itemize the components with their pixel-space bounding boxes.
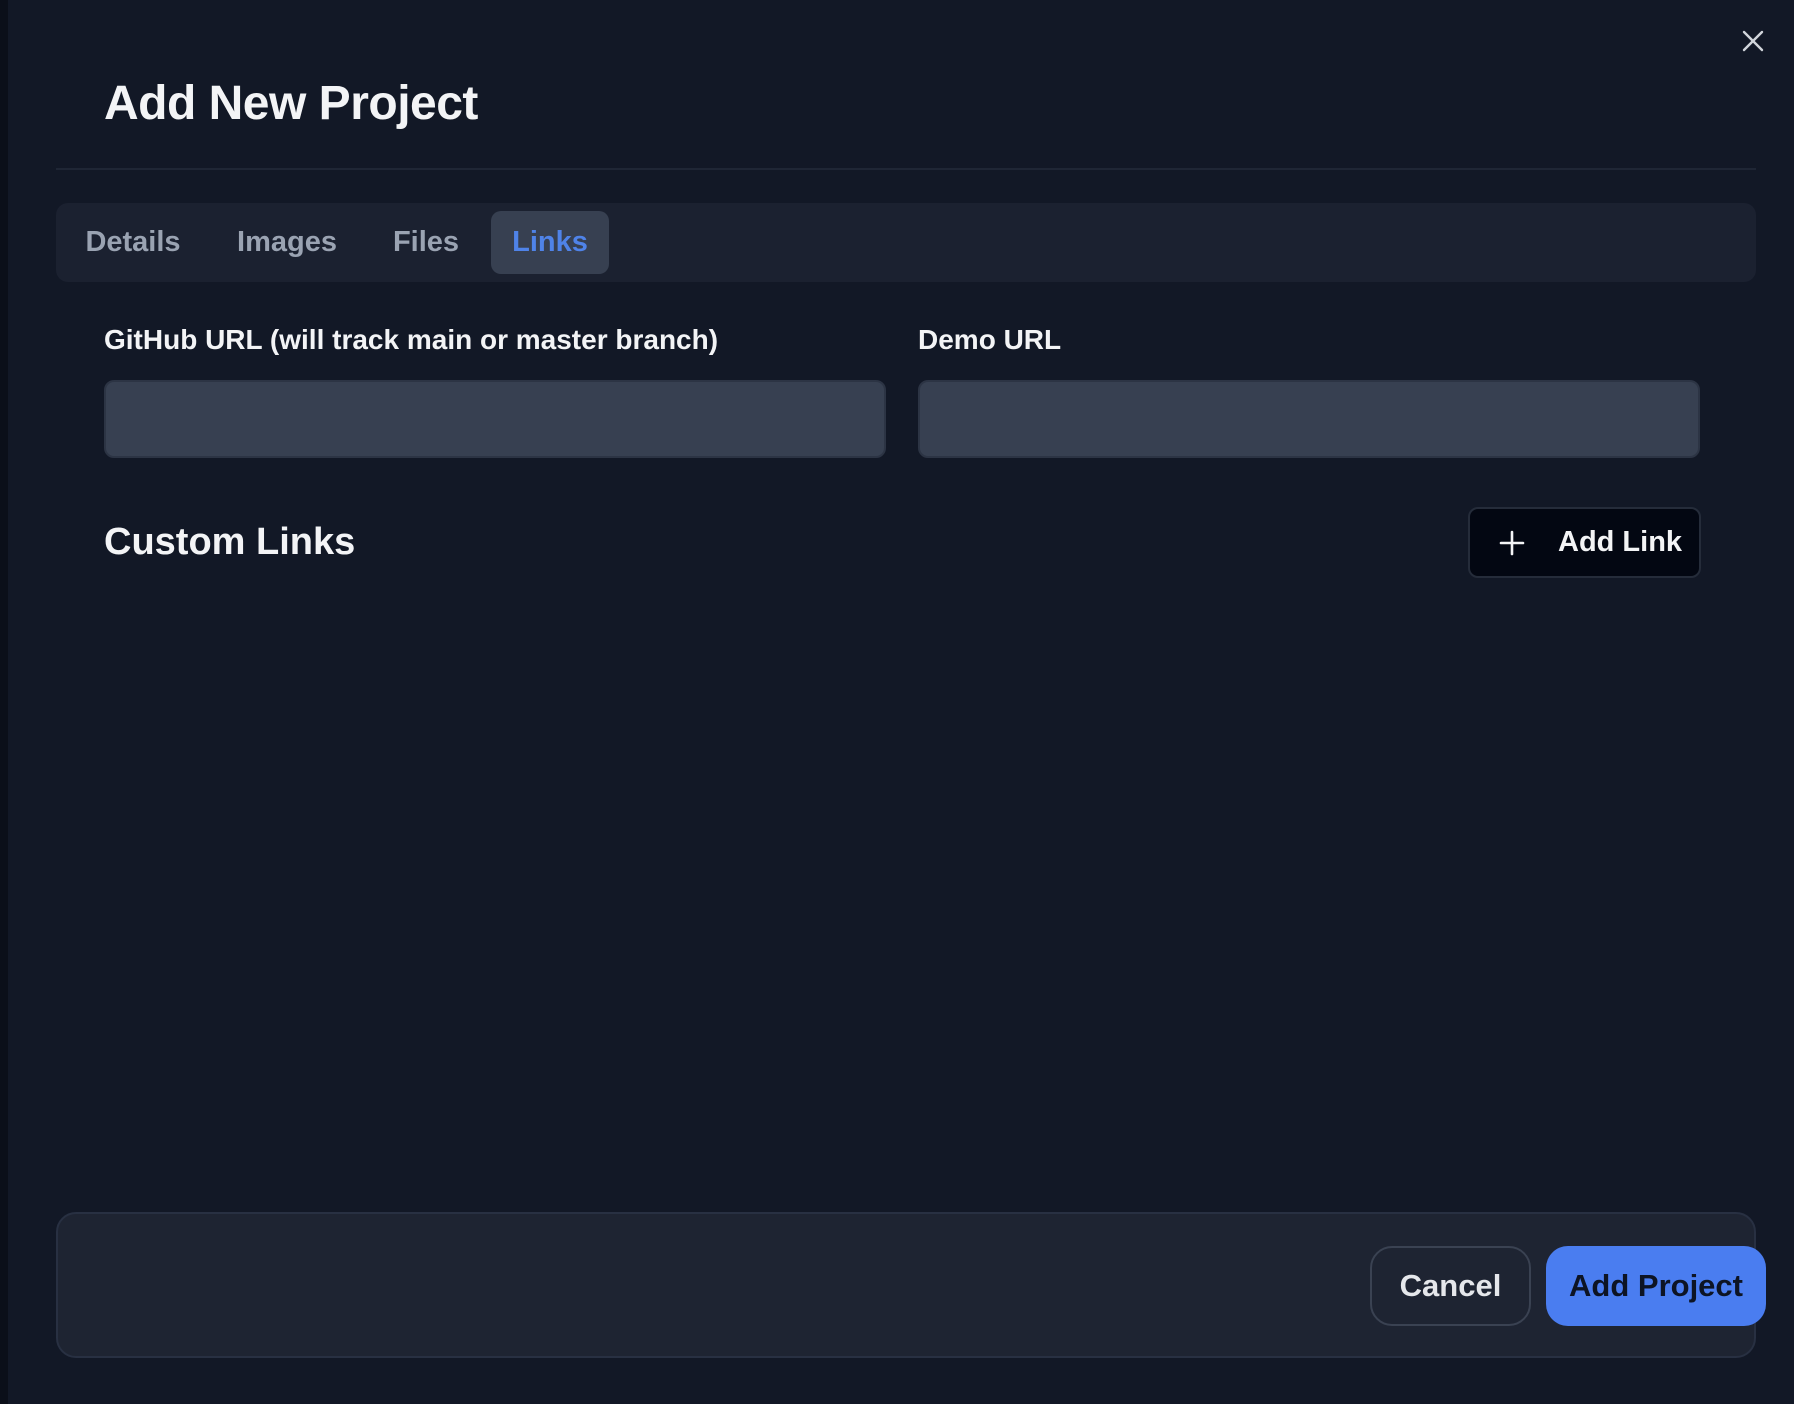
demo-url-label: Demo URL xyxy=(918,324,1062,355)
tab-links[interactable]: Links xyxy=(491,211,609,274)
page-backdrop xyxy=(0,0,8,1404)
add-project-dialog: Add New Project Details Images Files Lin… xyxy=(8,0,1794,1404)
plus-icon xyxy=(1499,530,1525,556)
tab-files[interactable]: Files xyxy=(386,211,466,274)
header-divider xyxy=(56,168,1756,170)
close-button[interactable] xyxy=(1736,24,1770,58)
add-project-button[interactable]: Add Project xyxy=(1546,1246,1766,1326)
github-url-label: GitHub URL (will track main or master br… xyxy=(104,324,719,355)
tab-images[interactable]: Images xyxy=(224,211,350,274)
custom-links-heading: Custom Links xyxy=(104,521,356,563)
add-link-button[interactable]: Add Link xyxy=(1468,507,1701,578)
tab-details[interactable]: Details xyxy=(78,211,188,274)
demo-url-input[interactable] xyxy=(918,380,1700,458)
github-url-input[interactable] xyxy=(104,380,886,458)
add-link-label: Add Link xyxy=(1558,526,1683,558)
tab-bar: Details Images Files Links xyxy=(56,203,1756,282)
cancel-button[interactable]: Cancel xyxy=(1370,1246,1531,1326)
dialog-title: Add New Project xyxy=(104,77,478,130)
dialog-footer: Cancel Add Project xyxy=(56,1212,1766,1358)
close-icon xyxy=(1742,30,1764,52)
